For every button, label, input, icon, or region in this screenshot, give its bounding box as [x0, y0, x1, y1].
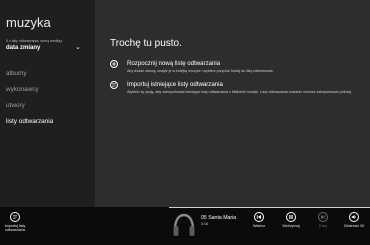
sort-dropdown[interactable]: data zmiany [6, 45, 40, 51]
volume-button[interactable]: Głośność 30 [343, 212, 365, 228]
plus-icon [110, 60, 118, 68]
app-bar: Importuj listy odtwarzania Wstecz Wstrzy… [0, 207, 370, 245]
previous-label: Wstecz [252, 224, 266, 228]
import-playlists-title: Importuj istniejące listy odtwarzania [127, 81, 223, 88]
previous-icon [254, 212, 264, 222]
now-playing-title: 05 Santa Maria [201, 215, 237, 221]
sort-caption: 0 z listy odtwarzania, sortuj według: [6, 39, 63, 43]
sidebar-item-playlists[interactable]: listy odtwarzania [6, 118, 53, 125]
app-title: muzyka [6, 15, 51, 30]
import-icon [110, 81, 118, 89]
previous-button[interactable]: Wstecz [248, 212, 270, 228]
sidebar-item-songs[interactable]: utwory [6, 102, 25, 109]
next-button[interactable]: Dalej [312, 212, 334, 228]
pause-label: Wstrzymaj [282, 224, 300, 228]
import-playlists-button[interactable]: Importuj listy odtwarzania [2, 212, 28, 233]
import-playlists-description: Wybierz tę opcję, aby zaimportować istni… [127, 90, 353, 94]
import-icon [10, 212, 20, 222]
volume-icon [349, 212, 359, 222]
playback-progress[interactable] [169, 207, 370, 208]
pause-button[interactable]: Wstrzymaj [280, 212, 302, 228]
chevron-down-icon[interactable]: ⌄ [75, 43, 81, 51]
sidebar-item-albums[interactable]: albumy [6, 70, 27, 77]
volume-label: Głośność 30 [343, 224, 365, 228]
main-content: Trochę tu pusto. Rozpocznij nową listę o… [95, 0, 370, 207]
new-playlist-title: Rozpocznij nową listę odtwarzania [127, 60, 221, 67]
sidebar-item-artists[interactable]: wykonawcy [6, 86, 39, 93]
new-playlist-description: Aby dodać utwory, znajdź je w kolejkę mu… [127, 69, 274, 73]
sidebar: muzyka 0 z listy odtwarzania, sortuj wed… [0, 0, 95, 207]
pause-icon [286, 212, 296, 222]
next-label: Dalej [318, 224, 328, 228]
next-icon [318, 212, 328, 222]
import-playlists-label: Importuj listy odtwarzania [4, 224, 26, 233]
now-playing-time: 3:16 [201, 222, 208, 226]
empty-state-title: Trochę tu pusto. [110, 38, 182, 49]
headphones-icon [172, 212, 196, 238]
